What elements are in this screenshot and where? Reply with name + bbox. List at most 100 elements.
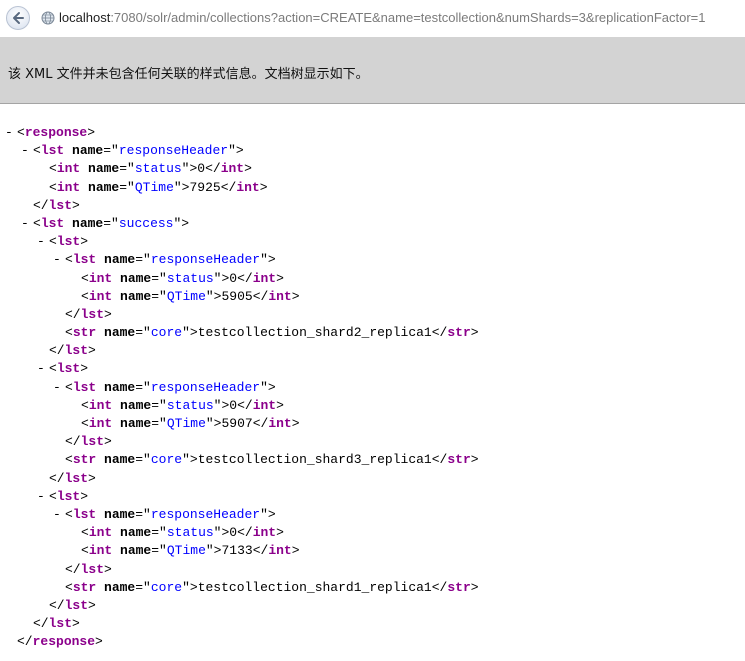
xml-line: </lst> (0, 561, 745, 579)
xml-punctuation: </ (49, 343, 65, 359)
xml-punctuation: < (33, 215, 41, 231)
xml-attr-value: core (150, 452, 183, 468)
xml-tag-name: lst (40, 215, 65, 231)
xml-attr-value: status (166, 397, 214, 413)
xml-tag-name: str (72, 579, 97, 595)
xml-punctuation (112, 416, 120, 431)
xml-line: <int name="QTime">7925</int> (0, 179, 745, 197)
xml-punctuation (64, 143, 72, 158)
collapse-toggle[interactable]: - (53, 251, 61, 269)
xml-line: <int name="status">0</int> (0, 270, 745, 288)
xml-tag-name: lst (80, 434, 105, 450)
xml-tag-name: lst (48, 616, 73, 632)
xml-punctuation: </ (65, 306, 81, 322)
xml-tag-name: lst (40, 143, 65, 159)
xml-text: testcollection_shard1_replica1 (197, 579, 432, 595)
collapse-toggle[interactable]: - (53, 506, 61, 524)
xml-punctuation: </ (17, 634, 33, 650)
collapse-toggle[interactable]: - (21, 142, 29, 160)
xml-tag-name: str (72, 325, 97, 341)
collapse-toggle[interactable]: - (21, 215, 29, 233)
xml-attr-value: core (150, 325, 183, 341)
xml-node: </lst> (65, 306, 112, 324)
xml-punctuation: </ (237, 270, 253, 286)
xml-tag-name: lst (64, 597, 89, 613)
collapse-toggle[interactable]: - (5, 124, 13, 142)
url-field[interactable]: localhost:7080/solr/admin/collections?ac… (59, 10, 706, 26)
xml-punctuation: </ (33, 616, 49, 632)
xml-tag-name: int (88, 288, 113, 304)
xml-punctuation: > (291, 416, 300, 431)
xml-punctuation: > (291, 543, 300, 559)
xml-attr-name: name (104, 252, 136, 268)
xml-punctuation (112, 543, 120, 558)
xml-punctuation (80, 161, 88, 176)
xml-punctuation: =" (103, 215, 119, 231)
xml-attr-name: name (120, 288, 152, 304)
xml-text: 5907 (221, 416, 253, 431)
xml-node: </lst> (65, 433, 112, 451)
xml-punctuation: > (276, 397, 284, 413)
xml-node: <str name="core">testcollection_shard1_r… (65, 579, 479, 597)
xml-punctuation: > (470, 325, 479, 341)
xml-attr-value: status (166, 270, 214, 286)
xml-node: <int name="QTime">7925</int> (49, 179, 268, 197)
xml-node: <int name="status">0</int> (81, 270, 284, 288)
xml-tag-name: int (236, 179, 260, 195)
xml-node: <lst name="responseHeader"> (65, 379, 276, 397)
xml-tag-name: lst (72, 379, 97, 395)
xml-node: <lst> (49, 360, 88, 378)
xml-line: <int name="status">0</int> (0, 524, 745, 542)
xml-punctuation: </ (49, 597, 65, 613)
address-bar: localhost:7080/solr/admin/collections?ac… (0, 0, 745, 36)
xml-punctuation: "> (182, 325, 198, 341)
xml-punctuation: < (65, 452, 73, 468)
xml-tag-name: int (252, 525, 277, 541)
collapse-toggle[interactable]: - (37, 488, 45, 506)
xml-punctuation: </ (237, 525, 253, 541)
info-message: 该 XML 文件并未包含任何关联的样式信息。文档树显示如下。 (8, 67, 369, 82)
xml-attr-value: QTime (166, 416, 206, 431)
xml-attr-name: name (104, 506, 136, 522)
xml-punctuation: < (81, 288, 89, 304)
xml-info-bar: 该 XML 文件并未包含任何关联的样式信息。文档树显示如下。 (0, 37, 745, 104)
xml-node: </lst> (33, 197, 80, 215)
globe-icon (41, 11, 55, 25)
xml-tag-name: str (447, 579, 471, 595)
xml-punctuation: =" (135, 379, 151, 395)
xml-attr-name: name (72, 215, 104, 231)
xml-punctuation: =" (135, 252, 151, 268)
xml-tag-name: str (447, 325, 471, 341)
xml-tag-name: response (32, 634, 96, 650)
xml-text: 0 (229, 270, 238, 286)
xml-tag-name: lst (72, 506, 97, 522)
xml-line: - <lst name="responseHeader"> (0, 251, 745, 269)
xml-punctuation: </ (65, 434, 81, 450)
xml-punctuation: < (49, 161, 57, 177)
xml-line: </response> (0, 633, 745, 651)
xml-punctuation (112, 525, 120, 540)
xml-tag-name: int (252, 397, 277, 413)
xml-attr-name: name (104, 325, 136, 341)
xml-tag-name: int (56, 161, 81, 177)
xml-line: <str name="core">testcollection_shard2_r… (0, 324, 745, 342)
collapse-toggle[interactable]: - (53, 379, 61, 397)
xml-text: testcollection_shard2_replica1 (197, 325, 432, 341)
xml-tag-name: int (88, 525, 113, 541)
xml-punctuation: =" (151, 543, 167, 559)
back-button[interactable] (6, 6, 30, 30)
collapse-toggle[interactable]: - (37, 360, 45, 378)
xml-punctuation: < (65, 325, 73, 341)
xml-punctuation: "> (213, 270, 230, 286)
xml-attr-value: QTime (166, 288, 206, 304)
xml-tag-name: lst (64, 470, 89, 486)
url-path: :7080/solr/admin/collections?action=CREA… (110, 10, 706, 25)
xml-tag-name: int (252, 270, 277, 286)
xml-attr-value: responseHeader (150, 252, 261, 268)
xml-line: - <lst name="responseHeader"> (0, 379, 745, 397)
xml-punctuation (112, 398, 120, 413)
xml-line: </lst> (0, 615, 745, 633)
xml-node: <int name="status">0</int> (81, 397, 284, 415)
collapse-toggle[interactable]: - (37, 233, 45, 251)
xml-line: - <lst name="success"> (0, 215, 745, 233)
